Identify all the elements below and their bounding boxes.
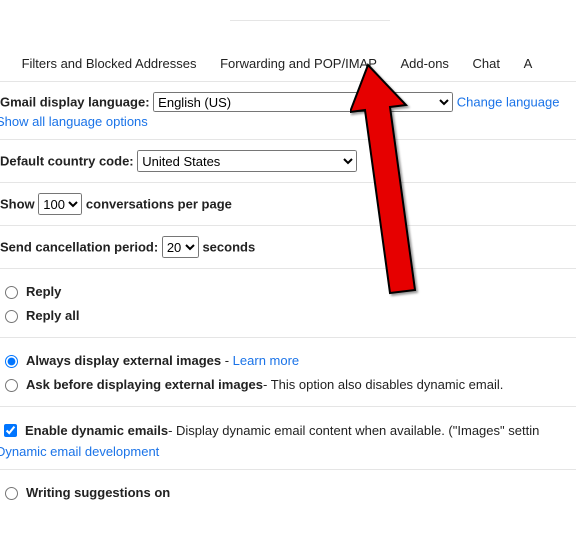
language-section: Gmail display language: English (US) Cha…	[0, 82, 576, 140]
reply-label: Reply	[26, 284, 61, 299]
dynamic-dev-link[interactable]: Dynamic email development	[0, 444, 159, 459]
country-section: Default country code: United States	[0, 140, 576, 183]
images-section: Always display external images - Learn m…	[0, 338, 576, 407]
reply-all-label: Reply all	[26, 308, 79, 323]
writing-on-label: Writing suggestions on	[26, 485, 170, 500]
dynamic-section: Enable dynamic emails - Display dynamic …	[0, 407, 576, 470]
ask-images-desc: - This option also disables dynamic emai…	[263, 377, 503, 392]
tab-forwarding[interactable]: Forwarding and POP/IMAP	[220, 56, 377, 71]
tab-partial-right[interactable]: A	[524, 56, 533, 71]
tab-chat[interactable]: Chat	[473, 56, 500, 71]
cancel-select[interactable]: 20	[162, 236, 199, 258]
show-label: Show	[0, 197, 35, 212]
settings-tabs: rt Filters and Blocked Addresses Forward…	[0, 56, 576, 82]
writing-on-radio[interactable]	[5, 487, 18, 500]
language-label: Gmail display language:	[0, 95, 150, 110]
reply-radio[interactable]	[5, 286, 18, 299]
tab-filters[interactable]: Filters and Blocked Addresses	[22, 56, 197, 71]
dynamic-label: Enable dynamic emails	[25, 423, 168, 438]
reply-section: Reply Reply all	[0, 269, 576, 338]
always-images-radio[interactable]	[5, 355, 18, 368]
learn-more-link[interactable]: Learn more	[233, 353, 299, 368]
language-select[interactable]: English (US)	[153, 92, 453, 112]
always-images-label: Always display external images	[26, 353, 221, 368]
cancel-section: Send cancellation period: 20 seconds	[0, 226, 576, 269]
reply-all-radio[interactable]	[5, 310, 18, 323]
show-all-languages-link[interactable]: Show all language options	[0, 114, 148, 129]
change-language-link[interactable]: Change language	[457, 95, 560, 110]
pagesize-section: Show 100 conversations per page	[0, 183, 576, 226]
writing-section: Writing suggestions on	[0, 470, 576, 514]
pagesize-select[interactable]: 100	[38, 193, 82, 215]
tab-addons[interactable]: Add-ons	[401, 56, 449, 71]
country-select[interactable]: United States	[137, 150, 357, 172]
seconds-label: seconds	[202, 240, 255, 255]
dynamic-checkbox[interactable]	[4, 424, 17, 437]
ask-images-label: Ask before displaying external images	[26, 377, 263, 392]
country-label: Default country code:	[0, 154, 134, 169]
conversations-label: conversations per page	[86, 197, 232, 212]
cancel-label: Send cancellation period:	[0, 240, 158, 255]
ask-images-radio[interactable]	[5, 379, 18, 392]
dynamic-desc: - Display dynamic email content when ava…	[168, 423, 539, 438]
